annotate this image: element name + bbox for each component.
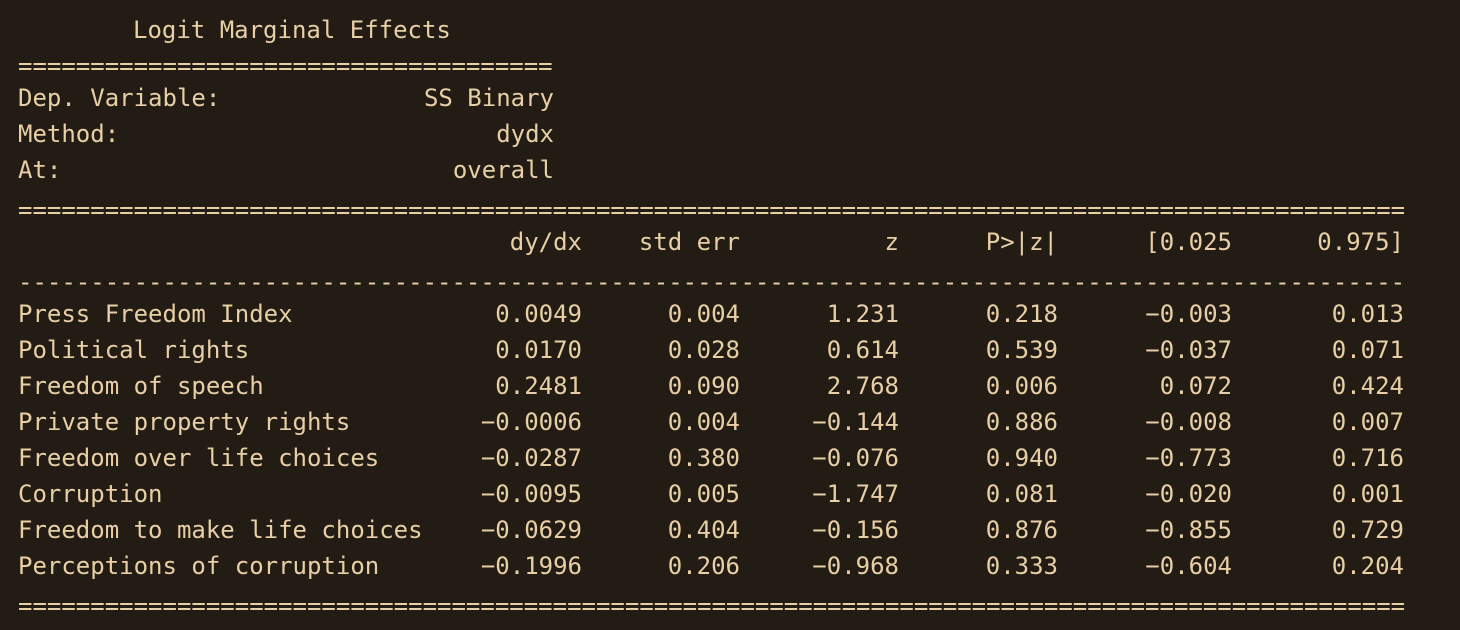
table-cell: −0.773 xyxy=(1145,444,1232,472)
info-label: At: xyxy=(18,156,62,184)
long-double-rule-top: ========================================… xyxy=(18,196,1406,224)
table-cell: −0.156 xyxy=(812,516,899,544)
table-cell: 0.0049 xyxy=(495,300,582,328)
table-cell: 0.424 xyxy=(1331,372,1404,400)
console-output: Logit Marginal Effects =================… xyxy=(0,0,1460,630)
table-cell: 2.768 xyxy=(826,372,899,400)
table-cell: 0.0170 xyxy=(495,336,582,364)
table-cell: 0.886 xyxy=(985,408,1058,436)
column-header: P>|z| xyxy=(985,228,1058,256)
table-cell: −0.076 xyxy=(812,444,899,472)
table-row: Private property rights −0.0006 0.004 −0.14… xyxy=(18,408,1406,444)
table-cell: 0.005 xyxy=(667,480,740,508)
table-cell: 0.333 xyxy=(985,552,1058,580)
table-cell: −0.1996 xyxy=(480,552,582,580)
table-cell: 0.729 xyxy=(1331,516,1404,544)
table-cell: 0.001 xyxy=(1331,480,1404,508)
table-cell: −0.003 xyxy=(1145,300,1232,328)
dash-rule: ----------------------------------------… xyxy=(18,268,1406,296)
row-label: Freedom of speech xyxy=(18,372,264,400)
table-cell: 0.004 xyxy=(667,300,740,328)
row-label: Perceptions of corruption xyxy=(18,552,380,580)
table-cell: 0.090 xyxy=(667,372,740,400)
table-cell: −0.144 xyxy=(812,408,899,436)
table-row: Freedom over life choices −0.0287 0.380 −0.… xyxy=(18,444,1406,480)
table-cell: −0.855 xyxy=(1145,516,1232,544)
table-row: Press Freedom Index 0.0049 0.004 1.231 0.218… xyxy=(18,300,1406,336)
row-label: Press Freedom Index xyxy=(18,300,293,328)
table-cell: 0.2481 xyxy=(495,372,582,400)
table-cell: 0.013 xyxy=(1331,300,1404,328)
row-label: Freedom over life choices xyxy=(18,444,380,472)
table-cell: −0.020 xyxy=(1145,480,1232,508)
table-cell: 0.206 xyxy=(667,552,740,580)
table-row: Freedom to make life choices −0.0629 0.404… xyxy=(18,516,1406,552)
table-cell: 1.231 xyxy=(826,300,899,328)
table-cell: −0.0629 xyxy=(480,516,582,544)
table-title: Logit Marginal Effects xyxy=(133,16,451,44)
table-cell: 0.940 xyxy=(985,444,1058,472)
table-row: Freedom of speech 0.2481 0.090 2.768 0.006 0.… xyxy=(18,372,1406,408)
row-label: Private property rights xyxy=(18,408,351,436)
table-cell: −0.968 xyxy=(812,552,899,580)
info-value: dydx xyxy=(496,120,554,148)
table-cell: 0.404 xyxy=(667,516,740,544)
table-row: Perceptions of corruption −0.1996 0.206 −0.… xyxy=(18,552,1406,588)
info-row-at: At: overall xyxy=(18,156,554,192)
column-header: [0.025 xyxy=(1145,228,1232,256)
row-label: Political rights xyxy=(18,336,250,364)
table-cell: 0.072 xyxy=(1159,372,1232,400)
table-cell: 0.004 xyxy=(667,408,740,436)
table-cell: 0.081 xyxy=(985,480,1058,508)
table-cell: −0.604 xyxy=(1145,552,1232,580)
table-cell: −0.008 xyxy=(1145,408,1232,436)
row-label: Corruption xyxy=(18,480,163,508)
table-cell: −0.0006 xyxy=(480,408,582,436)
table-cell: −0.0095 xyxy=(480,480,582,508)
table-cell: 0.028 xyxy=(667,336,740,364)
table-cell: −0.037 xyxy=(1145,336,1232,364)
table-row: Corruption −0.0095 0.005 −1.747 0.081 −0.020 0… xyxy=(18,480,1406,516)
info-label: Dep. Variable: xyxy=(18,84,221,112)
info-row-dep-variable: Dep. Variable: SS Binary xyxy=(18,84,554,120)
info-row-method: Method: dydx xyxy=(18,120,554,156)
table-cell: 0.614 xyxy=(826,336,899,364)
table-cell: 0.539 xyxy=(985,336,1058,364)
table-cell: −0.0287 xyxy=(480,444,582,472)
column-header: z xyxy=(884,228,899,256)
table-cell: 0.007 xyxy=(1331,408,1404,436)
info-value: SS Binary xyxy=(423,84,554,112)
table-cell: 0.006 xyxy=(985,372,1058,400)
table-cell: 0.071 xyxy=(1331,336,1404,364)
table-row: Political rights 0.0170 0.028 0.614 0.539 −0.… xyxy=(18,336,1406,372)
row-label: Freedom to make life choices xyxy=(18,516,423,544)
table-cell: 0.218 xyxy=(985,300,1058,328)
info-value: overall xyxy=(452,156,554,184)
column-header: dy/dx xyxy=(509,228,582,256)
table-cell: 0.380 xyxy=(667,444,740,472)
table-cell: 0.716 xyxy=(1331,444,1404,472)
column-header: 0.975] xyxy=(1317,228,1404,256)
short-double-rule: ===================================== xyxy=(18,52,553,80)
table-cell: −1.747 xyxy=(812,480,899,508)
info-label: Method: xyxy=(18,120,120,148)
table-cell: 0.876 xyxy=(985,516,1058,544)
long-double-rule-bottom: ========================================… xyxy=(18,592,1406,620)
column-header: std err xyxy=(638,228,740,256)
table-cell: 0.204 xyxy=(1331,552,1404,580)
column-header-row: dy/dx std err z P>|z| [0.025 0.975] xyxy=(18,228,1406,264)
